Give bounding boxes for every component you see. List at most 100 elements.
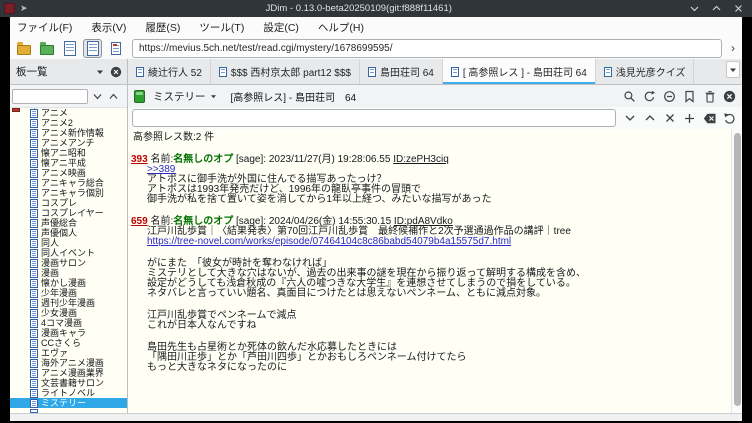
- board-doc-icon: [30, 329, 38, 338]
- tab-thread[interactable]: 浅見光彦クイズ: [596, 59, 695, 84]
- tab-overflow-button[interactable]: [726, 61, 740, 78]
- sidebar-board-item[interactable]: 同人イベント: [10, 248, 127, 258]
- sidebar-board-item[interactable]: 懐かし漫画: [10, 278, 127, 288]
- close-circle-icon[interactable]: [110, 66, 122, 78]
- board-doc-icon: [30, 239, 38, 248]
- scrollbar-thumb[interactable]: [734, 133, 741, 406]
- sidebar-tab[interactable]: 板一覧: [10, 59, 128, 84]
- undo-icon[interactable]: [722, 111, 737, 126]
- tab-thread[interactable]: 綾辻行人 52: [128, 59, 211, 84]
- menu-item[interactable]: ファイル(F): [17, 20, 72, 35]
- window-titlebar[interactable]: ➤ JDim - 0.13.0-beta20250109(git:f888f11…: [0, 0, 752, 17]
- sidebar-board-item[interactable]: 文芸書籍サロン: [10, 378, 127, 388]
- sidebar-board-item[interactable]: 声優個人: [10, 228, 127, 238]
- board-tree: アニメアニメ2アニメ新作情報アニメアンチ懐アニ昭和懐アニ平成アニメ映画アニキャラ…: [10, 108, 127, 413]
- sidebar-board-item[interactable]: 海外アニメ漫画: [10, 358, 127, 368]
- maximize-icon[interactable]: [712, 4, 721, 13]
- board-doc-icon: [30, 189, 38, 198]
- chevron-down-icon[interactable]: [96, 69, 104, 75]
- bbs-list-icon[interactable]: [14, 39, 33, 58]
- menu-item[interactable]: 履歴(S): [145, 20, 180, 35]
- sidebar-board-item[interactable]: 漫画サロン: [10, 258, 127, 268]
- board-doc-icon: [30, 199, 38, 208]
- board-label: アニメ新作情報: [41, 128, 104, 138]
- board-doc-icon: [30, 299, 38, 308]
- board-name: ミステリー: [153, 89, 206, 104]
- tab-thread[interactable]: 島田荘司 64: [360, 59, 443, 84]
- board-dropdown-button[interactable]: ミステリー: [150, 89, 220, 104]
- chevron-down-icon[interactable]: [91, 90, 104, 103]
- sidebar-board-item[interactable]: ミステリー: [10, 398, 127, 408]
- backspace-icon[interactable]: [702, 111, 717, 126]
- desktop: ➤ JDim - 0.13.0-beta20250109(git:f888f11…: [0, 0, 752, 423]
- favorites-icon[interactable]: [37, 39, 56, 58]
- search-icon[interactable]: [622, 89, 637, 104]
- menu-item[interactable]: ツール(T): [199, 20, 244, 35]
- sidebar-board-item[interactable]: 懐アニ平成: [10, 158, 127, 168]
- go-button[interactable]: ›: [726, 39, 740, 57]
- thread-doc-icon: [451, 67, 459, 77]
- close-circle-icon[interactable]: [722, 89, 737, 104]
- url-input[interactable]: [132, 39, 722, 58]
- board-filter-input[interactable]: [12, 89, 88, 104]
- thread-list-icon[interactable]: [60, 39, 79, 58]
- close-icon[interactable]: [734, 4, 743, 13]
- sidebar-board-item[interactable]: アニメ新作情報: [10, 128, 127, 138]
- sidebar-board-item[interactable]: アニキャラ総合: [10, 178, 127, 188]
- clear-icon[interactable]: [662, 111, 677, 126]
- content-scrollbar[interactable]: [731, 129, 742, 413]
- sidebar-board-item[interactable]: アニキャラ個別: [10, 188, 127, 198]
- bookmark-icon[interactable]: [682, 89, 697, 104]
- sidebar-board-item[interactable]: アニメ2: [10, 118, 127, 128]
- tab-thread[interactable]: $$$ 西村京太郎 part12 $$$: [211, 59, 360, 84]
- menu-item[interactable]: 表示(V): [91, 20, 126, 35]
- sidebar-board-item[interactable]: 声優総合: [10, 218, 127, 228]
- write-icon[interactable]: [662, 89, 677, 104]
- thread-content[interactable]: 高参照レス数:2 件 393 名前:名無しのオプ [sage]: 2023/11…: [128, 129, 731, 413]
- post-id[interactable]: ID:zePH3ciq: [393, 154, 449, 165]
- sidebar-board-item[interactable]: 少女漫画: [10, 308, 127, 318]
- sidebar-board-item[interactable]: 漫画: [10, 268, 127, 278]
- chevron-up-icon[interactable]: [107, 90, 120, 103]
- tab-label: 島田荘司 64: [380, 64, 434, 79]
- sidebar-board-item[interactable]: 4コマ漫画: [10, 318, 127, 328]
- ref-count-label: 高参照レス数:2 件: [133, 133, 731, 143]
- thread-view-pane: ミステリー [高参照レス] - 島田荘司 64: [128, 85, 742, 413]
- reload-icon[interactable]: [642, 89, 657, 104]
- delete-icon[interactable]: [702, 89, 717, 104]
- post-line: これが日本人なんですね: [147, 321, 731, 331]
- sidebar-board-item[interactable]: 漫画キャラ: [10, 328, 127, 338]
- plus-icon[interactable]: [682, 111, 697, 126]
- board-doc-icon: [30, 169, 38, 178]
- sidebar-board-item[interactable]: アニメ映画: [10, 168, 127, 178]
- post-number[interactable]: 393: [131, 154, 148, 165]
- sidebar-board-item[interactable]: 少年漫画: [10, 288, 127, 298]
- sidebar-board-item[interactable]: 週刊少年漫画: [10, 298, 127, 308]
- sidebar-board-item[interactable]: コスプレ: [10, 198, 127, 208]
- thread-search-input[interactable]: [132, 109, 616, 127]
- board-doc-icon: [30, 249, 38, 258]
- sidebar-board-item[interactable]: アニメ: [10, 108, 127, 118]
- menu-item[interactable]: ヘルプ(H): [318, 20, 364, 35]
- sidebar-board-item[interactable]: 同人: [10, 238, 127, 248]
- minimize-icon[interactable]: [690, 4, 699, 13]
- sidebar-board-item[interactable]: エヴァ: [10, 348, 127, 358]
- post-name[interactable]: 名無しのオプ: [173, 154, 233, 165]
- sidebar-board-item[interactable]: 懐アニ昭和: [10, 148, 127, 158]
- board-label: 海外アニメ漫画: [41, 358, 104, 368]
- board-label: コスプレイヤー: [41, 208, 104, 218]
- sidebar-board-item[interactable]: コスプレイヤー: [10, 208, 127, 218]
- board-doc-icon: [30, 109, 38, 118]
- sidebar-board-item[interactable]: アニメ漫画業界: [10, 368, 127, 378]
- tab-active-thread[interactable]: [ 高参照レス ] - 島田荘司 64: [443, 59, 596, 84]
- sidebar-board-item[interactable]: ライトノベル: [10, 388, 127, 398]
- image-view-icon[interactable]: [106, 39, 125, 58]
- menu-item[interactable]: 設定(C): [263, 20, 299, 35]
- url-link[interactable]: https://tree-novel.com/works/episode/074…: [147, 236, 511, 247]
- chevron-down-icon[interactable]: [622, 111, 637, 126]
- chevron-up-icon[interactable]: [642, 111, 657, 126]
- thread-view-icon[interactable]: [83, 39, 102, 58]
- post-number[interactable]: 659: [131, 216, 148, 227]
- sidebar-board-item[interactable]: アニメアンチ: [10, 138, 127, 148]
- sidebar-board-item[interactable]: CCさくら: [10, 338, 127, 348]
